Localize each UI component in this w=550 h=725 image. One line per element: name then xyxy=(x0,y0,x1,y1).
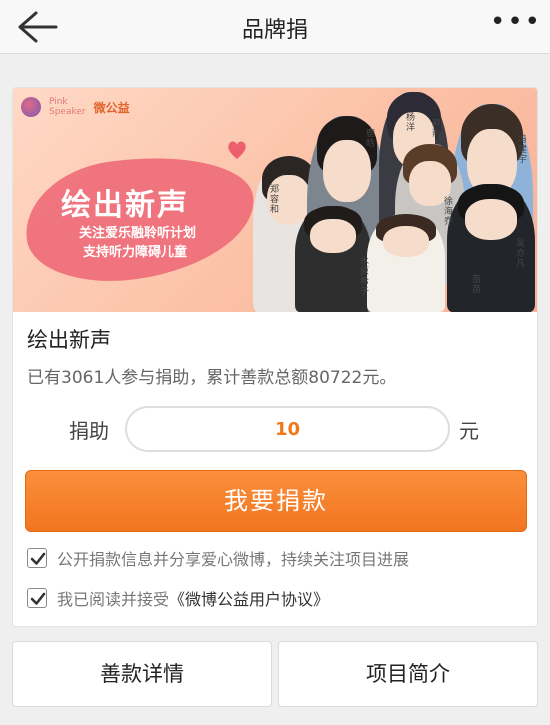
terms-link[interactable]: 《微博公益用户协议》 xyxy=(169,586,329,610)
donation-details-button[interactable]: 善款详情 xyxy=(12,641,272,707)
page-title: 品牌捐 xyxy=(241,18,308,43)
terms-prefix-text: 我已阅读并接受 xyxy=(57,590,170,609)
project-intro-button[interactable]: 项目简介 xyxy=(278,641,538,707)
terms-agreement-row: 我已阅读并接受 《微博公益用户协议》 xyxy=(27,587,329,609)
celebrity-name-label: 吴亦凡 xyxy=(514,238,524,268)
celebrity-name-label: 水原希子 xyxy=(358,256,368,296)
donate-button[interactable]: 我要捐款 xyxy=(25,470,527,532)
sponsor-logos: Pink Speaker 微公益 xyxy=(21,96,130,118)
celebrity-group-photo: 郑容和 鹿晗 杨洋 冯建宇 赖雨 徐海乔 水原希子 吴亦凡 苗苗 xyxy=(245,88,537,312)
share-agreement-text: 公开捐款信息并分享爱心微博，持续关注项目进展 xyxy=(57,550,410,569)
top-navigation-bar: 品牌捐 ••• xyxy=(0,0,550,54)
share-checkbox[interactable] xyxy=(27,548,47,568)
share-agreement-row: 公开捐款信息并分享爱心微博，持续关注项目进展 xyxy=(27,547,409,569)
studio-logo-icon: Pink Speaker xyxy=(49,97,86,117)
celebrity-name-label: 郑容和 xyxy=(268,184,278,214)
banner-subtitle-1: 关注爱乐融聆听计划 xyxy=(79,226,197,241)
donation-amount-label: 捐助 xyxy=(69,419,109,443)
celebrity-name-label: 杨洋 xyxy=(404,112,414,132)
banner-title: 绘出新声 xyxy=(61,188,189,223)
banner-subtitle-2: 支持听力障碍儿童 xyxy=(83,245,188,260)
donation-stats: 已有3061人参与捐助，累计善款总额80722元。 xyxy=(27,368,397,388)
celebrity-name-label: 赖雨 xyxy=(430,118,440,138)
sponsor-logo-icon xyxy=(21,97,41,117)
celebrity-figure xyxy=(367,214,445,312)
celebrity-name-label: 苗苗 xyxy=(470,274,480,294)
project-title: 绘出新声 xyxy=(27,328,111,352)
celebrity-name-label: 徐海乔 xyxy=(442,196,452,226)
terms-checkbox[interactable] xyxy=(27,588,47,608)
project-banner-image: Pink Speaker 微公益 绘出新声 关注爱乐融聆听计划 支持听力障碍儿童 … xyxy=(13,88,537,312)
more-options-icon[interactable]: ••• xyxy=(490,9,540,40)
celebrity-name-label: 冯建宇 xyxy=(516,134,526,164)
donation-amount-input[interactable] xyxy=(125,406,450,452)
currency-unit-label: 元 xyxy=(459,419,479,443)
project-card: Pink Speaker 微公益 绘出新声 关注爱乐融聆听计划 支持听力障碍儿童 … xyxy=(12,87,538,627)
checkmark-icon xyxy=(30,552,46,565)
celebrity-name-label: 鹿晗 xyxy=(364,128,374,148)
checkmark-icon xyxy=(30,592,46,605)
weibo-charity-logo: 微公益 xyxy=(93,100,130,115)
